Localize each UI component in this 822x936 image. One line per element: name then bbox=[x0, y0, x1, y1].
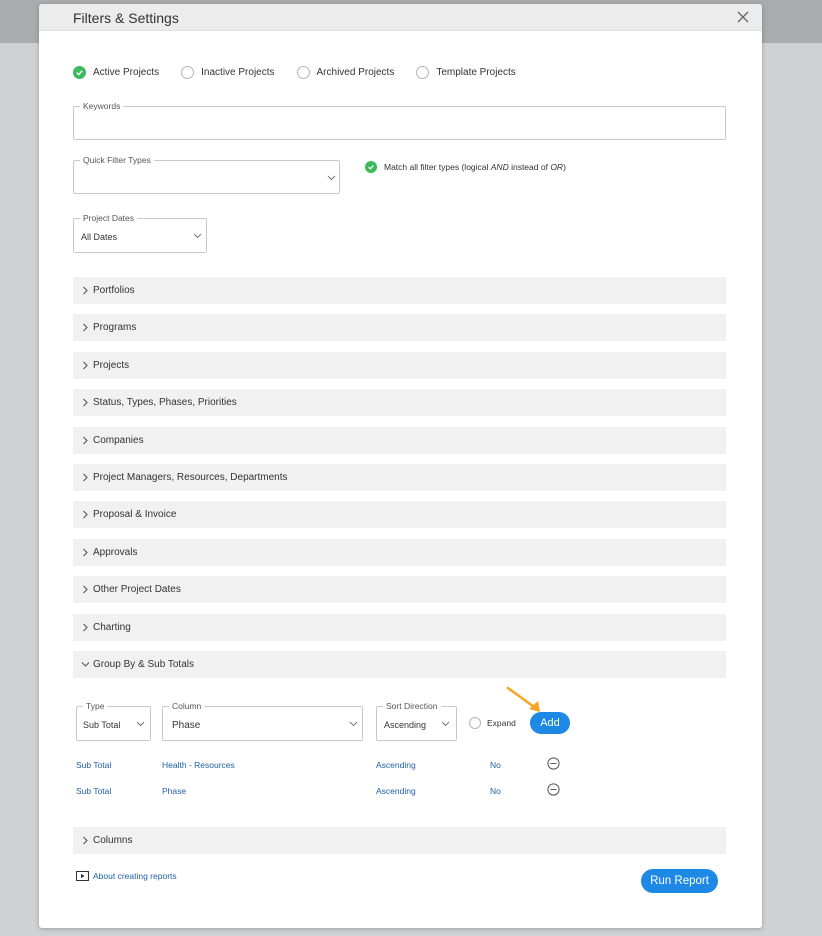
radio-label: Active Projects bbox=[93, 66, 160, 78]
section-title: Columns bbox=[93, 835, 133, 846]
group-row-type[interactable]: Sub Total bbox=[76, 760, 111, 770]
group-column-select[interactable]: Column Phase bbox=[162, 701, 363, 741]
match-all-label: Match all filter types (logical AND inst… bbox=[384, 162, 566, 172]
check-icon bbox=[365, 161, 377, 173]
column-legend: Column bbox=[169, 701, 205, 711]
radio-active-projects[interactable]: Active Projects bbox=[73, 65, 160, 79]
section-proposal-invoice[interactable]: Proposal & Invoice bbox=[73, 501, 726, 528]
section-status-types-phases-priorities[interactable]: Status, Types, Phases, Priorities bbox=[73, 389, 726, 416]
expand-label: Expand bbox=[487, 718, 516, 728]
radio-label: Inactive Projects bbox=[201, 66, 275, 78]
expand-radio[interactable]: Expand bbox=[469, 717, 516, 729]
section-title: Portfolios bbox=[93, 285, 135, 296]
close-icon[interactable] bbox=[736, 10, 750, 24]
match-all-filter-types-checkbox[interactable]: Match all filter types (logical AND inst… bbox=[365, 161, 566, 173]
section-projects[interactable]: Projects bbox=[73, 352, 726, 379]
radio-circle bbox=[469, 717, 481, 729]
chevron-down-icon bbox=[441, 721, 450, 727]
radio-archived-projects[interactable]: Archived Projects bbox=[296, 65, 395, 79]
about-creating-reports-link[interactable]: About creating reports bbox=[76, 871, 177, 881]
chevron-right-icon bbox=[82, 361, 89, 370]
add-group-button[interactable]: Add bbox=[530, 712, 570, 734]
section-title: Charting bbox=[93, 622, 131, 633]
section-approvals[interactable]: Approvals bbox=[73, 539, 726, 566]
chevron-down-icon bbox=[327, 175, 336, 181]
chevron-right-icon bbox=[82, 286, 89, 295]
group-row-sort[interactable]: Ascending bbox=[376, 760, 416, 770]
radio-label: Archived Projects bbox=[316, 66, 395, 78]
radio-inactive-projects[interactable]: Inactive Projects bbox=[181, 65, 275, 79]
group-row-sort[interactable]: Ascending bbox=[376, 786, 416, 796]
filters-settings-dialog: Filters & Settings Active Projects Inact… bbox=[39, 4, 762, 928]
group-row-column[interactable]: Health - Resources bbox=[162, 760, 235, 770]
group-type-value: Sub Total bbox=[83, 720, 121, 730]
check-icon bbox=[73, 65, 86, 79]
group-row-expand[interactable]: No bbox=[490, 786, 501, 796]
chevron-down-icon bbox=[136, 721, 145, 727]
radio-template-projects[interactable]: Template Projects bbox=[416, 65, 516, 79]
quick-filter-legend: Quick Filter Types bbox=[80, 155, 154, 165]
radio-circle bbox=[416, 65, 430, 79]
chevron-right-icon bbox=[82, 473, 89, 482]
chevron-right-icon bbox=[82, 398, 89, 407]
section-title: Project Managers, Resources, Departments bbox=[93, 472, 288, 483]
group-row-column[interactable]: Phase bbox=[162, 786, 186, 796]
radio-circle bbox=[181, 65, 195, 79]
chevron-right-icon bbox=[82, 323, 89, 332]
quick-filter-types-select[interactable]: Quick Filter Types bbox=[73, 155, 340, 194]
run-report-button[interactable]: Run Report bbox=[641, 869, 718, 893]
remove-circle-icon[interactable] bbox=[547, 757, 560, 770]
dialog-header: Filters & Settings bbox=[39, 4, 762, 31]
keywords-legend: Keywords bbox=[80, 101, 124, 111]
chevron-down-icon bbox=[193, 233, 202, 239]
section-title: Proposal & Invoice bbox=[93, 509, 177, 520]
chevron-right-icon bbox=[82, 548, 89, 557]
chevron-right-icon bbox=[82, 623, 89, 632]
sort-direction-value: Ascending bbox=[384, 720, 427, 730]
section-title: Companies bbox=[93, 435, 144, 446]
chevron-right-icon bbox=[82, 510, 89, 519]
radio-label: Template Projects bbox=[436, 66, 516, 78]
section-title: Status, Types, Phases, Priorities bbox=[93, 397, 237, 408]
section-charting[interactable]: Charting bbox=[73, 614, 726, 641]
chevron-down-icon bbox=[349, 721, 358, 727]
section-columns[interactable]: Columns bbox=[73, 827, 726, 854]
section-title: Approvals bbox=[93, 547, 138, 558]
group-type-select[interactable]: Type Sub Total bbox=[76, 701, 151, 741]
video-play-icon bbox=[76, 871, 89, 881]
chevron-right-icon bbox=[82, 836, 89, 845]
remove-circle-icon[interactable] bbox=[547, 783, 560, 796]
section-other-project-dates[interactable]: Other Project Dates bbox=[73, 576, 726, 603]
project-status-radios: Active Projects Inactive Projects Archiv… bbox=[73, 64, 538, 80]
dialog-title: Filters & Settings bbox=[73, 10, 179, 26]
group-row-expand[interactable]: No bbox=[490, 760, 501, 770]
section-title: Other Project Dates bbox=[93, 584, 181, 595]
project-dates-value: All Dates bbox=[81, 232, 118, 242]
chevron-down-icon bbox=[81, 661, 90, 668]
section-title: Programs bbox=[93, 322, 137, 333]
sort-direction-select[interactable]: Sort Direction Ascending bbox=[376, 701, 457, 741]
section-programs[interactable]: Programs bbox=[73, 314, 726, 341]
section-portfolios[interactable]: Portfolios bbox=[73, 277, 726, 304]
type-legend: Type bbox=[83, 701, 108, 711]
about-link-text: About creating reports bbox=[93, 871, 177, 881]
chevron-right-icon bbox=[82, 436, 89, 445]
group-row-type[interactable]: Sub Total bbox=[76, 786, 111, 796]
project-dates-select[interactable]: Project Dates All Dates bbox=[73, 213, 207, 253]
project-dates-legend: Project Dates bbox=[80, 213, 138, 223]
section-title: Group By & Sub Totals bbox=[93, 659, 194, 670]
section-group-by-sub-totals[interactable]: Group By & Sub Totals bbox=[73, 651, 726, 678]
keywords-input[interactable]: Keywords bbox=[73, 101, 726, 140]
radio-circle bbox=[296, 65, 310, 79]
chevron-right-icon bbox=[82, 585, 89, 594]
section-companies[interactable]: Companies bbox=[73, 427, 726, 454]
section-project-managers-resources-departments[interactable]: Project Managers, Resources, Departments bbox=[73, 464, 726, 491]
group-column-value: Phase bbox=[172, 720, 201, 731]
sort-direction-legend: Sort Direction bbox=[383, 701, 441, 711]
section-title: Projects bbox=[93, 360, 130, 371]
